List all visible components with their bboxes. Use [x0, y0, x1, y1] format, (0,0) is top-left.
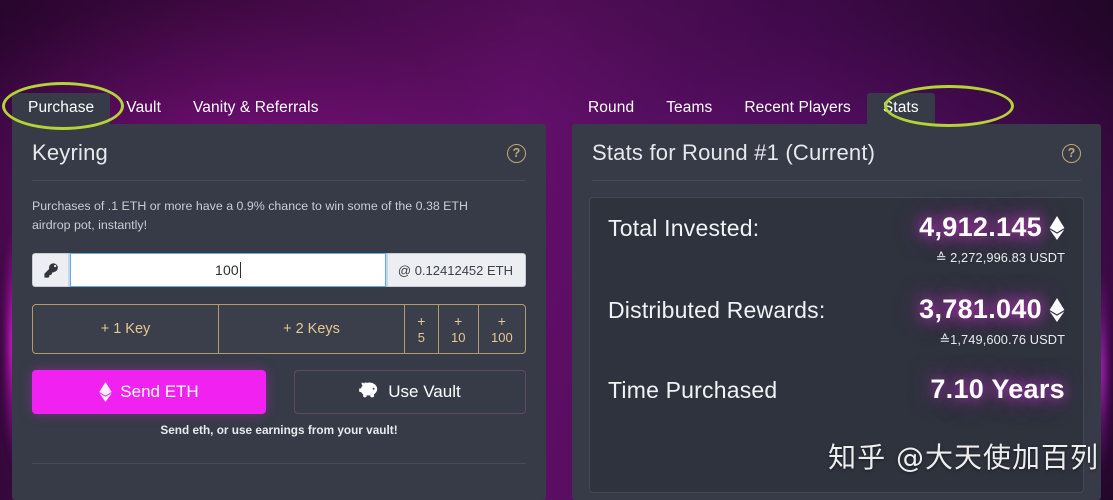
stat-subvalue: ≙1,749,600.76 USDT: [939, 332, 1065, 347]
use-vault-label: Use Vault: [388, 382, 461, 402]
page-root: Purchase Vault Vanity & Referrals Round …: [0, 0, 1113, 500]
purchase-input-group: 100 @ 0.12412452 ETH: [32, 253, 526, 288]
send-eth-button[interactable]: Send ETH: [32, 370, 266, 415]
keyring-bottom-divider: [32, 463, 526, 465]
plus-sign: +: [417, 312, 426, 329]
amount-label: 100: [491, 330, 513, 346]
question-mark-icon[interactable]: ?: [1062, 143, 1081, 163]
text-caret: [239, 262, 241, 279]
use-vault-button[interactable]: Use Vault: [294, 370, 526, 415]
key-icon: [32, 253, 70, 288]
right-tabbar: Round Teams Recent Players Stats: [572, 88, 935, 124]
tab-stats[interactable]: Stats: [866, 92, 935, 124]
plus-sign: +: [497, 312, 506, 329]
piggy-bank-icon: [359, 381, 379, 404]
airdrop-blurb: Purchases of .1 ETH or more have a 0.9% …: [32, 199, 468, 233]
stat-value: 7.10 Years: [930, 374, 1065, 405]
stat-number: 3,781.040: [919, 294, 1042, 324]
stat-label: Total Invested:: [608, 215, 760, 241]
plus-sign: +: [454, 312, 463, 329]
stat-subvalue: ≙ 2,272,996.83 USDT: [935, 250, 1065, 265]
purchase-amount-value: 100: [214, 262, 239, 279]
keyring-panel: Keyring ? Purchases of .1 ETH or more ha…: [12, 124, 546, 500]
send-eth-label: Send ETH: [120, 382, 199, 402]
tab-round[interactable]: Round: [572, 93, 650, 125]
stat-row-total-invested: Total Invested: 4,912.145: [608, 212, 1065, 243]
key-quantity-buttons: + 1 Key + 2 Keys + 5 + 10 + 100: [32, 304, 526, 355]
amount-label: 5: [417, 330, 425, 346]
stat-row-time-purchased: Time Purchased 7.10 Years: [608, 374, 1065, 405]
stats-title: Stats for Round #1 (Current): [592, 140, 876, 165]
tab-recent-players[interactable]: Recent Players: [728, 93, 867, 125]
add-100-keys-button[interactable]: + 100: [479, 305, 525, 353]
stat-label: Distributed Rewards:: [608, 297, 826, 323]
eth-diamond-icon: [1049, 297, 1065, 322]
left-tabbar: Purchase Vault Vanity & Referrals: [12, 88, 335, 124]
watermark: 知乎 @大天使加百列: [828, 441, 1099, 474]
eth-rate-suffix: @ 0.12412452 ETH: [385, 253, 526, 288]
stats-header-divider: [592, 180, 1081, 181]
add-2-keys-button[interactable]: + 2 Keys: [219, 305, 405, 354]
question-mark-icon[interactable]: ?: [507, 143, 526, 163]
keyring-card: Keyring ? Purchases of .1 ETH or more ha…: [12, 124, 546, 500]
purchase-actions: Send ETH Use Vault: [32, 370, 526, 415]
add-10-keys-button[interactable]: + 10: [439, 305, 479, 354]
add-1-key-button[interactable]: + 1 Key: [33, 305, 219, 354]
stat-value: 4,912.145: [919, 212, 1065, 243]
stat-label: Time Purchased: [608, 377, 778, 403]
add-5-keys-button[interactable]: + 5: [405, 305, 439, 354]
stat-number: 4,912.145: [919, 212, 1042, 242]
purchase-amount-input[interactable]: 100: [70, 253, 386, 288]
stat-value: 3,781.040: [919, 294, 1065, 325]
stat-row-distributed-rewards: Distributed Rewards: 3,781.040: [608, 294, 1065, 325]
keyring-header: Keyring ?: [12, 124, 546, 180]
tab-teams[interactable]: Teams: [650, 93, 728, 125]
tab-vanity-referrals[interactable]: Vanity & Referrals: [177, 93, 335, 125]
amount-label: 10: [451, 330, 466, 346]
tab-purchase[interactable]: Purchase: [12, 92, 111, 124]
keyring-title: Keyring: [32, 140, 108, 165]
tab-vault[interactable]: Vault: [110, 93, 177, 125]
eth-diamond-icon: [1049, 215, 1065, 240]
eth-diamond-icon: [99, 382, 112, 403]
stat-number: 7.10 Years: [930, 374, 1065, 404]
stats-header: Stats for Round #1 (Current) ?: [572, 124, 1101, 180]
purchase-action-note: Send eth, or use earnings from your vaul…: [160, 423, 398, 438]
